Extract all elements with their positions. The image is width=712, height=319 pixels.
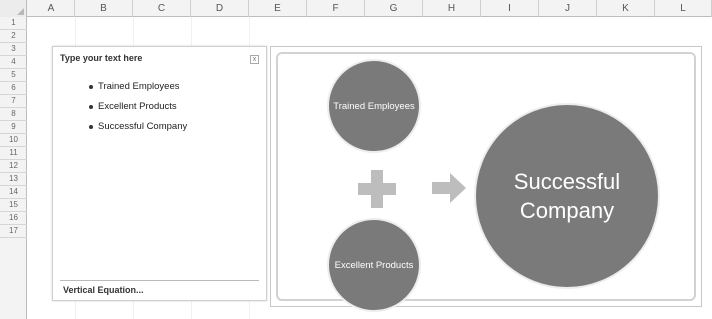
bullet-item[interactable]: Successful Company: [89, 117, 187, 137]
select-all-corner[interactable]: [0, 0, 27, 17]
smartart-graphic[interactable]: Trained Employees Excellent Products Suc…: [270, 46, 702, 312]
row-header-column: 1 2 3 4 5 6 7 8 9 10 11 12 13 14 15 16 1…: [0, 17, 27, 319]
column-header-i[interactable]: I: [481, 0, 539, 17]
column-header-l[interactable]: L: [655, 0, 712, 17]
close-icon[interactable]: x: [250, 55, 259, 64]
row-header[interactable]: 15: [0, 199, 27, 212]
top-circle-label: Trained Employees: [333, 100, 415, 112]
column-header-row: A B C D E F G H I J K L: [0, 0, 712, 17]
column-header-a[interactable]: A: [28, 0, 75, 17]
row-header[interactable]: 11: [0, 147, 27, 160]
row-header[interactable]: 9: [0, 121, 27, 134]
row-header[interactable]: 2: [0, 30, 27, 43]
row-header[interactable]: 6: [0, 82, 27, 95]
text-pane-title: Type your text here: [60, 53, 143, 63]
column-header-c[interactable]: C: [133, 0, 191, 17]
bullet-item[interactable]: Trained Employees: [89, 77, 187, 97]
row-header[interactable]: 17: [0, 225, 27, 238]
row-header[interactable]: 12: [0, 160, 27, 173]
smartart-border: Trained Employees Excellent Products Suc…: [276, 52, 696, 312]
row-header[interactable]: 5: [0, 69, 27, 82]
column-header-f[interactable]: F: [307, 0, 365, 17]
bullet-list: Trained Employees Excellent Products Suc…: [89, 77, 187, 137]
row-header[interactable]: 1: [0, 17, 27, 30]
top-circle[interactable]: Trained Employees: [327, 59, 421, 153]
select-all-icon: [17, 8, 24, 15]
smartart-text-pane[interactable]: Type your text here x Trained Employees …: [52, 46, 267, 301]
row-header[interactable]: 4: [0, 56, 27, 69]
result-circle[interactable]: Successful Company: [474, 103, 660, 289]
row-header[interactable]: 7: [0, 95, 27, 108]
row-header[interactable]: 8: [0, 108, 27, 121]
result-circle-label: Successful Company: [513, 169, 621, 223]
bullet-item[interactable]: Excellent Products: [89, 97, 187, 117]
row-header[interactable]: 10: [0, 134, 27, 147]
column-header-d[interactable]: D: [191, 0, 249, 17]
bottom-circle[interactable]: Excellent Products: [327, 218, 421, 312]
column-header-b[interactable]: B: [75, 0, 133, 17]
column-header-g[interactable]: G: [365, 0, 423, 17]
column-header-h[interactable]: H: [423, 0, 481, 17]
row-header[interactable]: 16: [0, 212, 27, 225]
bottom-circle-label: Excellent Products: [334, 259, 414, 271]
row-header[interactable]: 14: [0, 186, 27, 199]
arrow-right-icon[interactable]: [432, 173, 466, 203]
layout-name-footer[interactable]: Vertical Equation...: [60, 280, 259, 300]
row-header[interactable]: 3: [0, 43, 27, 56]
plus-icon[interactable]: [358, 170, 396, 208]
row-header[interactable]: 13: [0, 173, 27, 186]
column-header-k[interactable]: K: [597, 0, 655, 17]
column-header-j[interactable]: J: [539, 0, 597, 17]
column-header-e[interactable]: E: [249, 0, 307, 17]
